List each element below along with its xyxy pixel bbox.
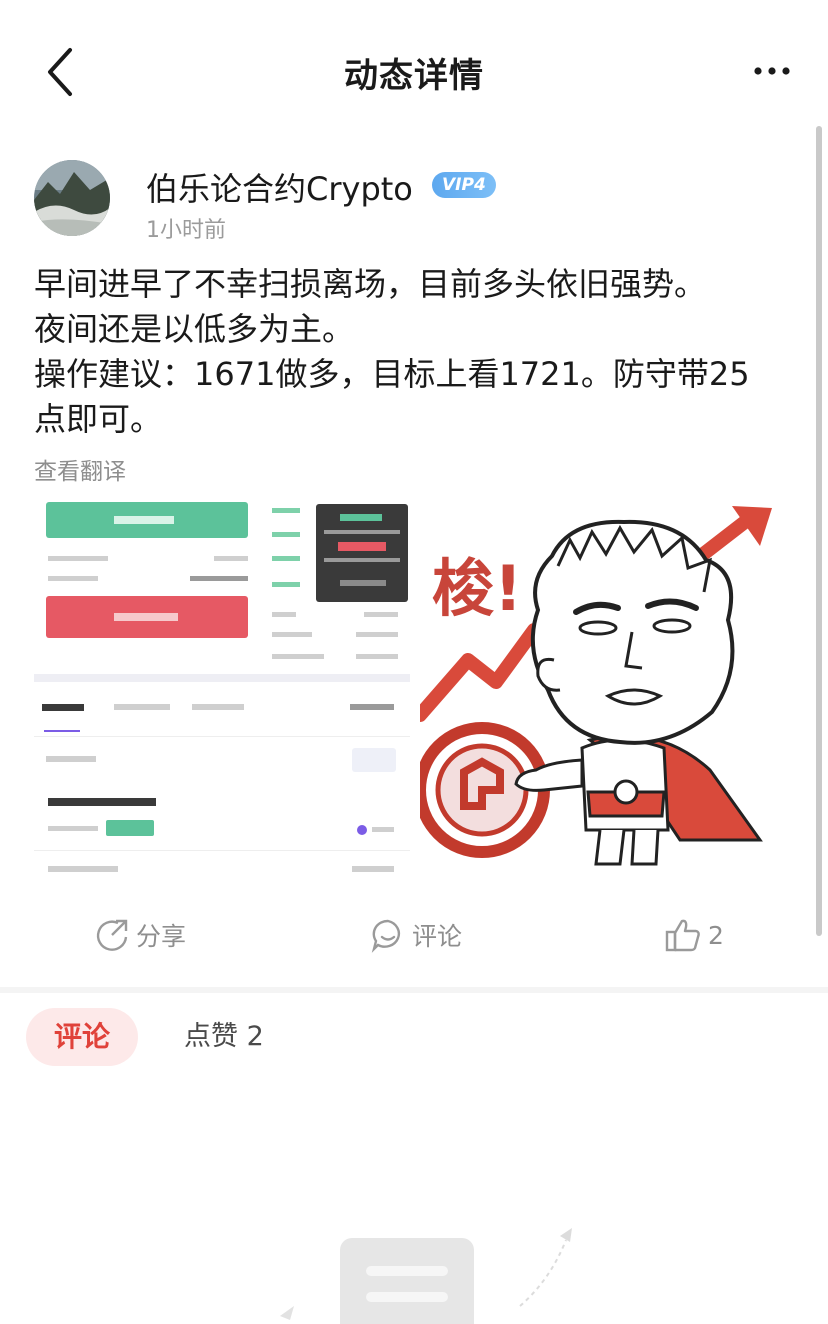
post-image-meme[interactable]: 梭! [420,500,780,880]
scrollbar[interactable] [816,126,822,936]
like-button[interactable]: 2 [664,913,724,957]
top-nav-bar: 动态详情 [0,0,828,140]
post-line: 操作建议：1671做多，目标上看1721。防守带25 [34,355,750,393]
tab-comments[interactable]: 评论 [26,1008,138,1066]
post-line: 点即可。 [34,400,163,438]
more-horizontal-icon [754,67,790,75]
vip-badge: VIP4 [432,172,496,198]
view-translation-link[interactable]: 查看翻译 [34,452,126,486]
post-image-trading-screenshot[interactable] [34,500,410,880]
post-time: 1小时前 [146,218,226,243]
more-button[interactable] [752,58,792,84]
like-count: 2 [708,920,724,950]
page-title: 动态详情 [344,56,484,96]
thumbs-up-icon [665,919,700,952]
comment-label: 评论 [412,922,463,951]
comment-bubble-icon [371,919,401,953]
avatar[interactable] [34,160,110,236]
post-action-bar: 分享 评论 2 [0,905,828,965]
post-content: 早间进早了不幸扫损离场，目前多头依旧强势。 夜间还是以低多为主。 操作建议：16… [34,262,794,442]
section-divider [0,987,828,993]
post-line: 早间进早了不幸扫损离场，目前多头依旧强势。 [34,265,707,303]
author-name[interactable]: 伯乐论合约Crypto [146,164,413,210]
post-line: 夜间还是以低多为主。 [34,310,355,348]
share-button[interactable]: 分享 [94,913,186,957]
share-icon [96,919,128,951]
comment-button[interactable]: 评论 [370,913,462,957]
share-label: 分享 [136,922,187,951]
tab-likes[interactable]: 点赞 2 [184,1008,264,1066]
meme-caption: 梭! [432,552,522,625]
empty-state-illustration [260,1220,590,1324]
